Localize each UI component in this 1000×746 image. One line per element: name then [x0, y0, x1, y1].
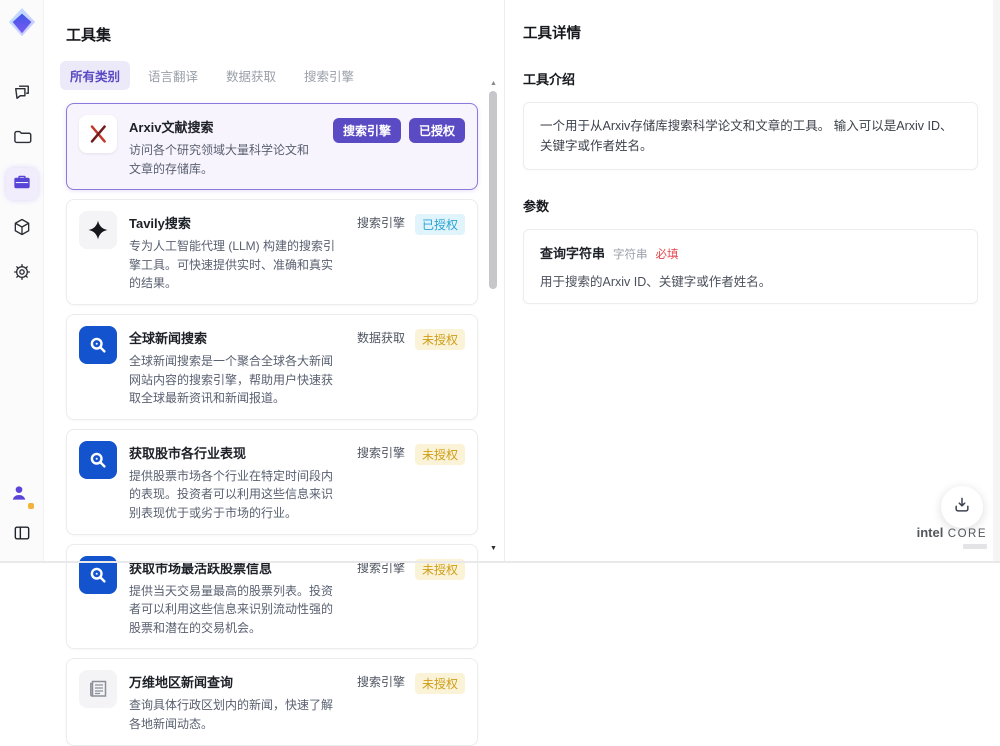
sidebar-item-chat[interactable] — [6, 78, 38, 110]
tool-category-tag: 数据获取 — [356, 330, 405, 345]
param-box: 查询字符串 字符串 必填 用于搜索的Arxiv ID、关键字或作者姓名。 — [523, 229, 978, 304]
intel-brand-text: intel — [916, 525, 944, 540]
sidebar-nav — [5, 78, 38, 290]
sidebar-item-packages[interactable] — [6, 213, 38, 245]
tab-1[interactable]: 语言翻译 — [138, 61, 208, 90]
chat-icon — [12, 82, 32, 107]
page-title: 工具集 — [66, 27, 112, 44]
sidebar — [0, 0, 44, 563]
tool-card-2[interactable]: 全球新闻搜索 全球新闻搜索是一个聚合全球各大新闻网站内容的搜索引擎，帮助用户快速… — [66, 313, 478, 420]
intel-core-logo: intel core — [917, 525, 987, 549]
tool-category-tag: 搜索引擎 — [356, 675, 405, 690]
scrollbar-thumb[interactable] — [489, 91, 497, 289]
tool-status-badge: 未授权 — [414, 673, 465, 695]
tool-category-tag: 搜索引擎 — [356, 216, 405, 231]
tool-description: 查询具体行政区划内的新闻，快速了解各地新闻动态。 — [129, 698, 334, 731]
sidebar-item-tools[interactable] — [5, 168, 38, 200]
sidebar-item-collapse[interactable] — [6, 519, 38, 551]
tool-cards-list: Arxiv文献搜索 访问各个研究领域大量科学论文和文章的存储库。 搜索引擎 已授… — [66, 103, 478, 746]
tool-category-tag: 搜索引擎 — [356, 445, 405, 460]
tool-card-0[interactable]: Arxiv文献搜索 访问各个研究领域大量科学论文和文章的存储库。 搜索引擎 已授… — [66, 103, 478, 191]
avatar-icon — [9, 483, 35, 509]
tool-card-5[interactable]: 万维地区新闻查询 查询具体行政区划内的新闻，快速了解各地新闻动态。 搜索引擎 未… — [66, 658, 478, 746]
tavily-star-icon — [79, 211, 117, 250]
tool-description: 专为人工智能代理 (LLM) 构建的搜索引擎工具。可快速提供实时、准确和真实的结… — [129, 239, 336, 291]
tool-status-badge: 已授权 — [414, 214, 465, 236]
detail-title: 工具详情 — [523, 26, 581, 42]
tool-card-3[interactable]: 获取股市各行业表现 提供股票市场各个行业在特定时间段内的表现。投资者可以利用这些… — [66, 428, 478, 535]
sidebar-item-settings[interactable] — [6, 258, 38, 290]
tab-2[interactable]: 数据获取 — [216, 61, 286, 90]
scroll-up-arrow[interactable]: ▲ — [488, 80, 499, 88]
tab-3[interactable]: 搜索引擎 — [294, 61, 364, 90]
intro-section-title: 工具介绍 — [523, 72, 576, 87]
tool-description: 提供当天交易量最高的股票列表。投资者可以利用这些信息来识别流动性强的股票和潜在的… — [129, 583, 334, 635]
tool-description: 访问各个研究领域大量科学论文和文章的存储库。 — [129, 143, 310, 176]
page-scrollbar-track[interactable] — [993, 0, 1000, 563]
tool-name: 全球新闻搜索 — [129, 330, 208, 346]
tool-description: 全球新闻搜索是一个聚合全球各大新闻网站内容的搜索引擎，帮助用户快速获取全球最新资… — [129, 353, 334, 406]
tool-status-badge: 未授权 — [414, 443, 465, 465]
intel-logo-subline — [917, 544, 987, 549]
tab-0[interactable]: 所有类别 — [60, 61, 131, 90]
category-tabs: 所有类别 语言翻译 数据获取 搜索引擎 — [60, 61, 504, 90]
tool-status-badge[interactable]: 已授权 — [408, 118, 465, 143]
tool-description: 提供股票市场各个行业在特定时间段内的表现。投资者可以利用这些信息来识别表现优于或… — [129, 468, 334, 520]
tool-list-panel: 工具集 所有类别 语言翻译 数据获取 搜索引擎 Arxiv文献搜索 访问各个研究领域大… — [44, 0, 505, 746]
list-scrollbar[interactable]: ▲ ▼ — [488, 80, 499, 555]
tool-name: Tavily搜索 — [129, 216, 191, 232]
tool-status-badge: 未授权 — [414, 328, 465, 350]
param-required-label: 必填 — [655, 249, 679, 261]
param-type: 字符串 — [613, 249, 648, 261]
tool-card-1[interactable]: Tavily搜索 专为人工智能代理 (LLM) 构建的搜索引擎工具。可快速提供实… — [66, 199, 478, 305]
sidebar-item-files[interactable] — [6, 123, 38, 155]
scroll-down-arrow[interactable]: ▼ — [488, 545, 499, 553]
gear-icon — [12, 262, 32, 287]
tool-name: Arxiv文献搜索 — [129, 120, 214, 135]
briefcase-icon — [12, 172, 32, 197]
search-blue-icon — [79, 325, 117, 364]
param-description: 用于搜索的Arxiv ID、关键字或作者姓名。 — [540, 275, 772, 289]
folder-icon — [12, 127, 32, 152]
core-brand-text: core — [947, 528, 987, 540]
tool-detail-panel: 工具详情 工具介绍 一个用于从Arxiv存储库搜索科学论文和文章的工具。 输入可… — [505, 0, 1000, 563]
sidebar-item-user[interactable] — [6, 480, 38, 512]
tool-card-4[interactable]: 获取市场最活跃股票信息 提供当天交易量最高的股票列表。投资者可以利用这些信息来识… — [66, 543, 478, 650]
sidebar-bottom — [6, 480, 38, 563]
arxiv-logo-icon — [79, 115, 117, 153]
tool-name: 获取股市各行业表现 — [129, 445, 247, 461]
intro-text: 一个用于从Arxiv存储库搜索科学论文和文章的工具。 输入可以是Arxiv ID… — [540, 119, 953, 153]
box-icon — [12, 217, 32, 242]
tool-name: 万维地区新闻查询 — [129, 675, 234, 691]
search-blue-icon — [79, 440, 117, 479]
avatar-status-dot — [27, 503, 34, 509]
tool-category-tag[interactable]: 搜索引擎 — [332, 118, 401, 143]
panel-toggle-icon — [12, 523, 32, 548]
app-logo-icon — [7, 7, 37, 37]
newspaper-icon — [79, 670, 117, 709]
params-section-title: 参数 — [523, 199, 550, 214]
download-icon — [952, 495, 972, 520]
download-button[interactable] — [941, 486, 983, 528]
param-name: 查询字符串 — [540, 246, 606, 261]
intro-box: 一个用于从Arxiv存储库搜索科学论文和文章的工具。 输入可以是Arxiv ID… — [523, 102, 978, 170]
